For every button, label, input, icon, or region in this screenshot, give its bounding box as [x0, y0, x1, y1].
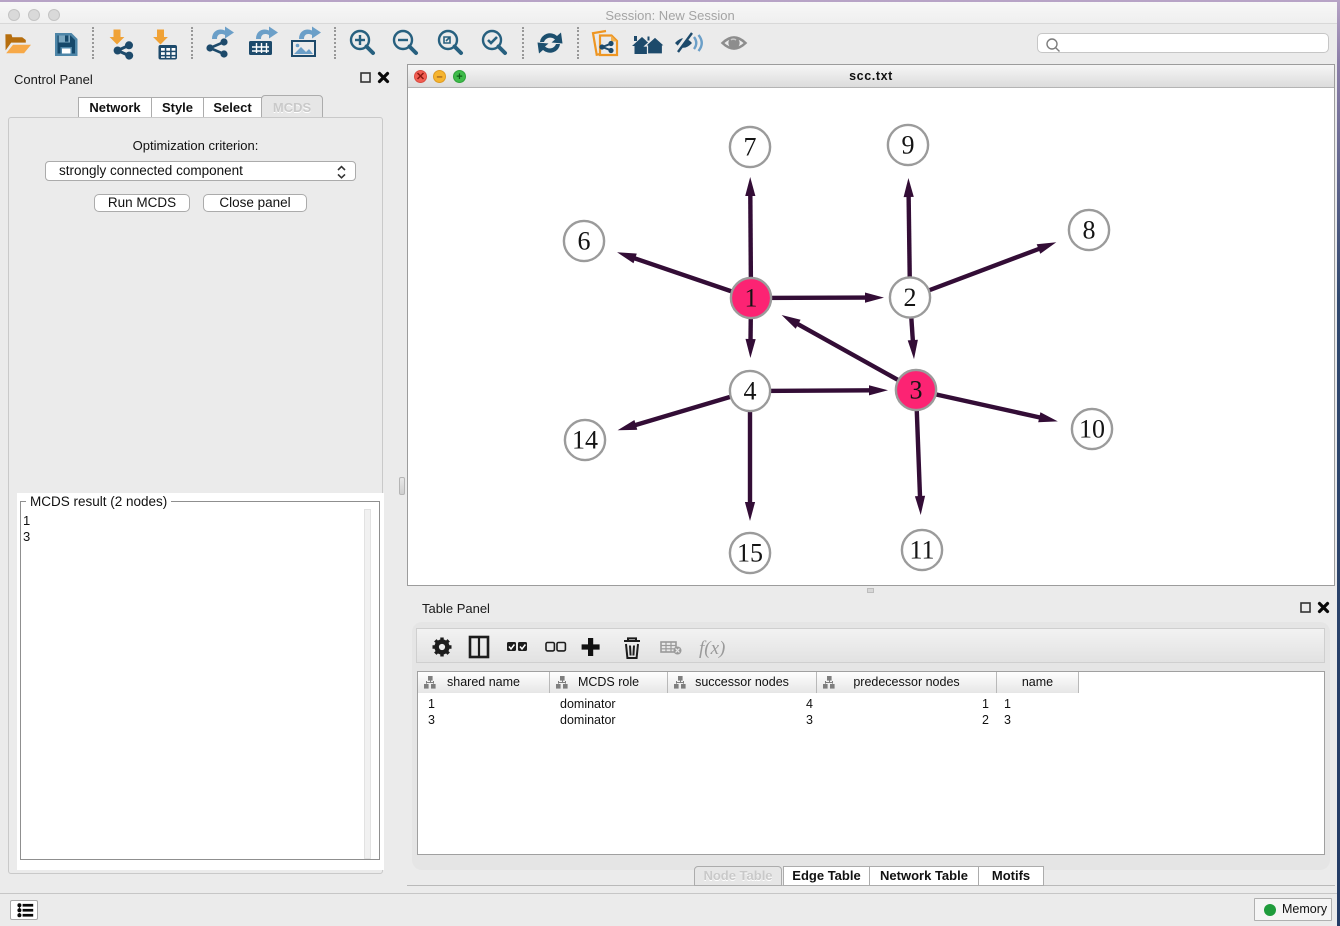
svg-text:f(x): f(x)	[699, 638, 725, 659]
svg-text:4: 4	[744, 377, 757, 406]
svg-text:10: 10	[1079, 415, 1105, 444]
svg-text:9: 9	[902, 131, 915, 160]
svg-text:15: 15	[737, 539, 763, 568]
svg-text:1: 1	[745, 284, 758, 313]
svg-text:11: 11	[909, 536, 934, 565]
svg-text:2: 2	[904, 283, 917, 312]
svg-text:8: 8	[1083, 216, 1096, 245]
svg-text:6: 6	[578, 227, 591, 256]
svg-text:3: 3	[910, 376, 923, 405]
svg-text:7: 7	[744, 133, 757, 162]
svg-text:14: 14	[572, 426, 598, 455]
